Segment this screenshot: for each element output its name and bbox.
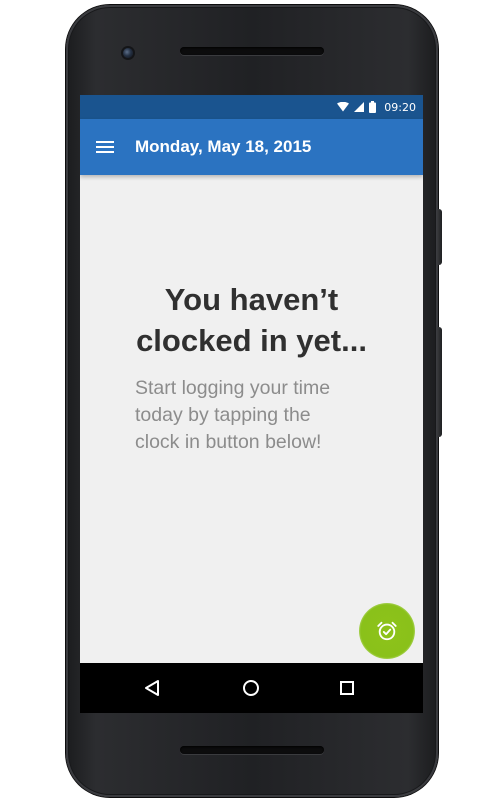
battery-icon: [369, 101, 377, 113]
clock-in-button[interactable]: [359, 603, 415, 659]
empty-state-message: Start logging your time today by tapping…: [135, 375, 395, 456]
home-button[interactable]: [231, 663, 271, 713]
message-line-3: clock in button below!: [135, 431, 322, 453]
back-button[interactable]: [132, 663, 172, 713]
message-line-2: today by tapping the: [135, 404, 311, 426]
recents-button[interactable]: [327, 663, 367, 713]
status-icons: 09:20: [337, 95, 416, 119]
power-button[interactable]: [437, 209, 442, 265]
signal-icon: [354, 102, 365, 112]
headline-line-1: You haven’t: [164, 282, 339, 317]
phone-device: 09:20 Monday, May 18, 2015 You haven’t c…: [66, 5, 442, 797]
bottom-speaker-grille: [180, 746, 324, 754]
empty-state-headline: You haven’t clocked in yet...: [80, 279, 423, 361]
message-line-1: Start logging your time: [135, 377, 331, 399]
app-toolbar: Monday, May 18, 2015: [80, 119, 423, 175]
system-navigation-bar: [80, 663, 423, 713]
volume-rocker[interactable]: [437, 327, 442, 437]
app-screen: 09:20 Monday, May 18, 2015 You haven’t c…: [80, 95, 423, 663]
status-time: 09:20: [384, 100, 416, 114]
earpiece-speaker: [180, 47, 324, 55]
hamburger-menu-icon: [96, 141, 114, 153]
navigation-menu-button[interactable]: [90, 132, 120, 162]
home-circle-icon: [243, 680, 259, 696]
front-camera-icon: [123, 48, 133, 58]
alarm-clock-glyph: [377, 621, 397, 641]
toolbar-date-title: Monday, May 18, 2015: [135, 137, 312, 156]
device-frame-stage: 09:20 Monday, May 18, 2015 You haven’t c…: [0, 0, 500, 806]
back-triangle-icon: [145, 680, 159, 696]
recents-square-icon: [340, 681, 354, 695]
wifi-icon: [337, 102, 350, 112]
status-bar: 09:20: [80, 95, 423, 119]
headline-line-2: clocked in yet...: [136, 323, 367, 358]
alarm-clock-icon: [375, 619, 399, 643]
